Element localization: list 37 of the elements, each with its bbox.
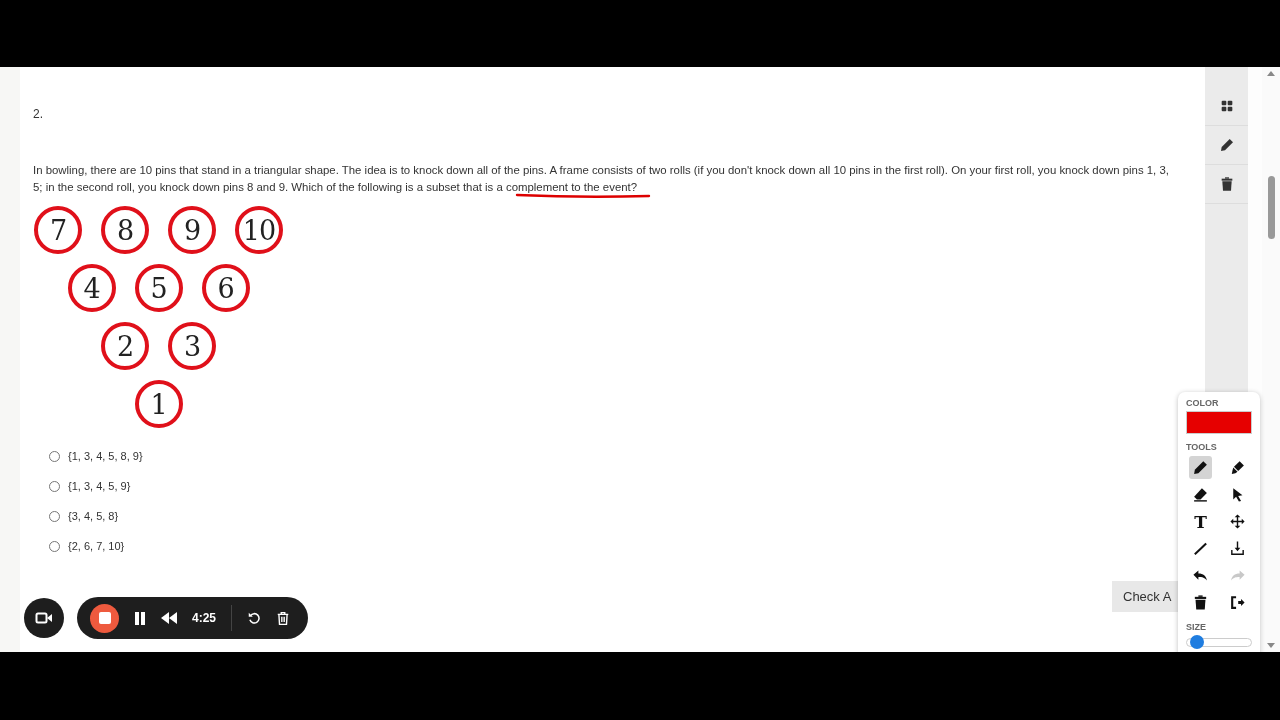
color-label: COLOR [1186, 398, 1220, 408]
pencil-icon[interactable] [1218, 137, 1235, 153]
trash-icon[interactable] [276, 610, 291, 626]
question-text: In bowling, there are 10 pins that stand in a triangular shape. The idea is to knock down all of the pins. A frame consists of two rolls (if you don't knock down all 10 pins in the first roll). On your first roll, you knock down pins 1, 3, [33, 163, 1170, 178]
pin-circle: 9 [168, 206, 216, 254]
pin-circle: 8 [101, 206, 149, 254]
pin-circle: 4 [67, 264, 116, 312]
option-label[interactable]: {1, 3, 4, 5, 8, 9} [68, 450, 143, 462]
pin-circle: 3 [168, 322, 216, 370]
video-camera-icon[interactable] [35, 611, 53, 625]
scroll-down-icon[interactable] [1267, 643, 1275, 648]
question-text: 5; in the second roll, you knock down pins 8 and 9. Which of the following is a subset that is a complement to the event? [33, 180, 639, 195]
pin-circle: 2 [101, 322, 149, 370]
recording-time: 4:25 [192, 611, 217, 625]
scroll-thumb[interactable] [1267, 176, 1275, 239]
rewind-icon[interactable] [161, 612, 177, 624]
tools-label: TOOLS [1186, 442, 1218, 452]
pin-circle: 6 [201, 264, 250, 312]
option-label[interactable]: {3, 4, 5, 8} [68, 510, 119, 522]
size-label: SIZE [1186, 622, 1207, 632]
pin-circle: 1 [134, 380, 183, 428]
scroll-up-icon[interactable] [1267, 71, 1275, 76]
check-answer-button[interactable]: Check A [1112, 581, 1178, 612]
option-label[interactable]: {1, 3, 4, 5, 9} [68, 480, 131, 492]
pin-circle: 5 [134, 264, 183, 312]
question-number: 2. [33, 107, 44, 121]
color-swatch[interactable] [1186, 411, 1252, 434]
text-tool-button[interactable]: T [1189, 510, 1212, 533]
option-label[interactable]: {2, 6, 7, 10} [68, 540, 125, 552]
scrollbar[interactable] [1262, 67, 1280, 652]
pin-circle: 7 [34, 206, 82, 254]
pause-icon[interactable] [134, 611, 146, 625]
restart-icon[interactable] [247, 611, 262, 625]
pin-circle: 10 [235, 206, 283, 254]
slider-thumb[interactable] [1189, 635, 1204, 649]
stop-button[interactable] [90, 603, 119, 633]
camera-button[interactable] [24, 598, 64, 638]
